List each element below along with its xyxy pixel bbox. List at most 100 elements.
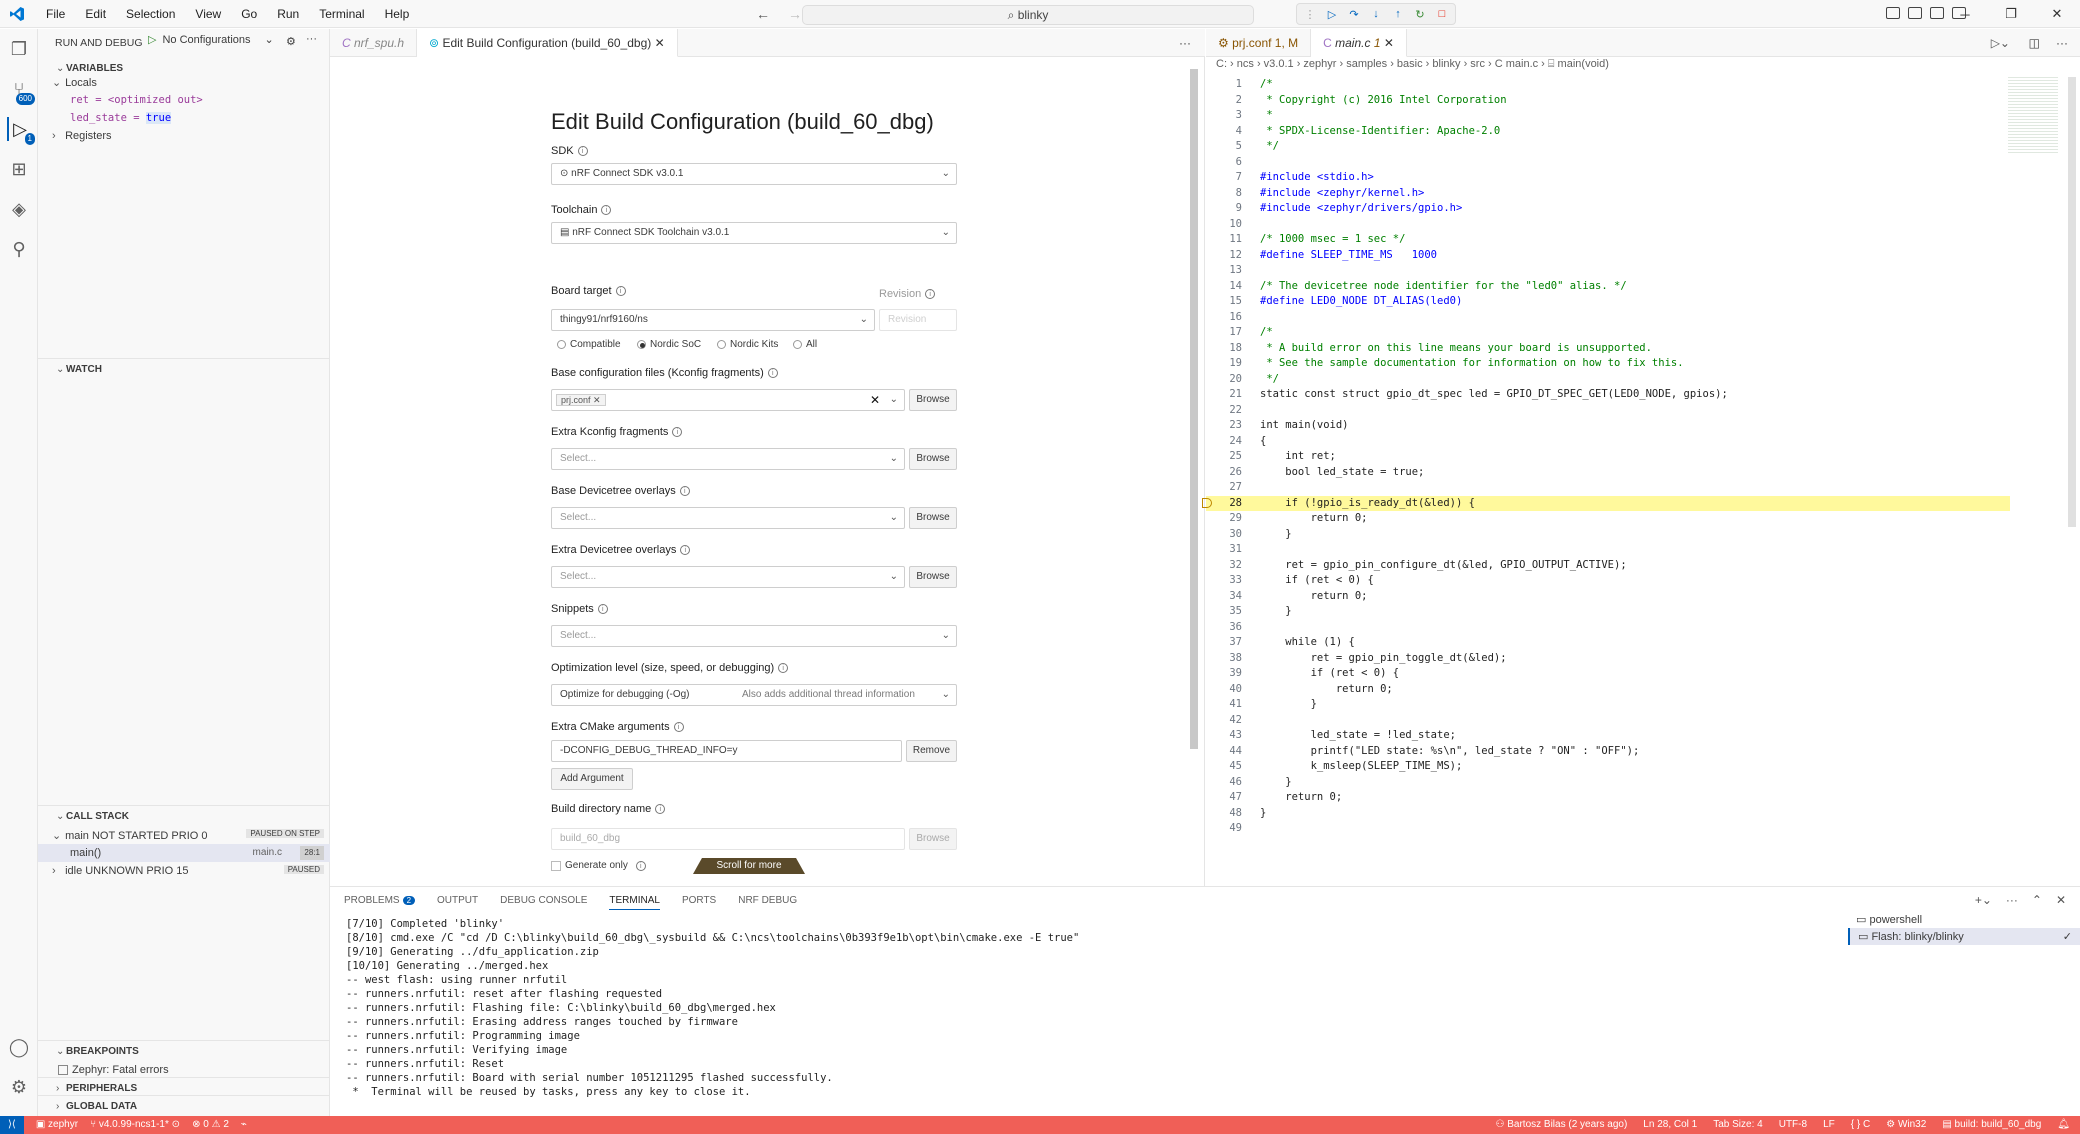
close-icon[interactable]: ✕ <box>655 36 665 50</box>
code-line[interactable]: 40 return 0; <box>1206 682 2006 698</box>
code-line[interactable]: 49 <box>1206 821 2006 837</box>
device-tree-icon[interactable]: ⚲ <box>7 237 31 261</box>
step-into-icon[interactable]: ↓ <box>1367 5 1385 23</box>
code-line[interactable]: 21 static const struct gpio_dt_spec led =… <box>1206 387 2006 403</box>
editor-scrollbar[interactable] <box>2068 77 2076 527</box>
breakpoints-section-header[interactable]: ⌄ BREAKPOINTS <box>38 1040 330 1062</box>
line-number[interactable]: 11 <box>1206 232 1242 248</box>
extra-kconfig-select[interactable]: Select... ⌄ <box>551 448 905 470</box>
restart-icon[interactable]: ↻ <box>1411 5 1429 23</box>
checkbox[interactable] <box>58 1065 68 1075</box>
code-line[interactable]: 19 * See the sample documentation for in… <box>1206 356 2006 372</box>
toggle-primary-sidebar-icon[interactable] <box>1908 7 1922 19</box>
line-number[interactable]: 49 <box>1206 821 1242 837</box>
line-number[interactable]: 15 <box>1206 294 1242 310</box>
code-line[interactable]: 25 int ret; <box>1206 449 2006 465</box>
line-number[interactable]: 38 <box>1206 651 1242 667</box>
tab-edit-build-config[interactable]: ⊚ Edit Build Configuration (build_60_dbg… <box>417 29 678 57</box>
continue-icon[interactable]: ▷ <box>1323 5 1341 23</box>
tab-problems[interactable]: PROBLEMS 2 <box>344 895 416 910</box>
code-line[interactable]: 46 } <box>1206 775 2006 791</box>
stack-frame-main[interactable]: main() main.c 28:1 <box>38 844 330 862</box>
line-number[interactable]: 26 <box>1206 465 1242 481</box>
encoding[interactable]: UTF-8 <box>1779 1116 1807 1134</box>
snippets-select[interactable]: Select... ⌄ <box>551 625 957 647</box>
code-line[interactable]: 43 led_state = !led_state; <box>1206 728 2006 744</box>
menu-run[interactable]: Run <box>267 0 309 28</box>
more-actions-icon[interactable]: ··· <box>2056 29 2068 57</box>
code-line[interactable]: 35 } <box>1206 604 2006 620</box>
code-line[interactable]: 48} <box>1206 806 2006 822</box>
close-panel-icon[interactable]: ✕ <box>2056 893 2066 907</box>
optimization-select[interactable]: Optimize for debugging (-Og) Also adds ad… <box>551 684 957 706</box>
settings-gear-icon[interactable]: ⚙ <box>7 1075 31 1099</box>
code-line[interactable]: 29 return 0; <box>1206 511 2006 527</box>
minimap[interactable] <box>2008 75 2058 155</box>
line-number[interactable]: 34 <box>1206 589 1242 605</box>
tab-nrf-spu[interactable]: C nrf_spu.h <box>330 29 418 57</box>
line-number[interactable]: 1 <box>1206 77 1242 93</box>
builddir-browse-button[interactable]: Browse <box>909 828 957 850</box>
code-line[interactable]: 31 <box>1206 542 2006 558</box>
line-number[interactable]: 14 <box>1206 279 1242 295</box>
line-number[interactable]: 22 <box>1206 403 1242 419</box>
new-terminal-icon[interactable]: +⌄ <box>1975 893 1992 907</box>
workspace-indicator[interactable]: ▣ zephyr <box>36 1116 78 1134</box>
menu-go[interactable]: Go <box>231 0 267 28</box>
watch-section-header[interactable]: ⌄ WATCH <box>38 358 330 380</box>
code-line[interactable]: 33 if (ret < 0) { <box>1206 573 2006 589</box>
tab-size[interactable]: Tab Size: 4 <box>1713 1116 1762 1134</box>
cursor-position[interactable]: Ln 28, Col 1 <box>1643 1116 1697 1134</box>
code-line[interactable]: 26 bool led_state = true; <box>1206 465 2006 481</box>
line-number[interactable]: 21 <box>1206 387 1242 403</box>
sdk-select[interactable]: ⊙ nRF Connect SDK v3.0.1 ⌄ <box>551 163 957 185</box>
code-line[interactable]: 32 ret = gpio_pin_configure_dt(&led, GPI… <box>1206 558 2006 574</box>
code-line[interactable]: 47 return 0; <box>1206 790 2006 806</box>
menu-selection[interactable]: Selection <box>116 0 185 28</box>
code-line[interactable]: 7 #include <stdio.h> <box>1206 170 2006 186</box>
line-number[interactable]: 24 <box>1206 434 1242 450</box>
breakpoint-fatal-errors[interactable]: Zephyr: Fatal errors <box>58 1064 169 1076</box>
menu-view[interactable]: View <box>185 0 231 28</box>
base-dt-browse-button[interactable]: Browse <box>909 507 957 529</box>
code-line[interactable]: 39 if (ret < 0) { <box>1206 666 2006 682</box>
clear-icon[interactable]: ✕ <box>870 390 880 410</box>
code-line[interactable]: 8 #include <zephyr/kernel.h> <box>1206 186 2006 202</box>
revision-input[interactable]: Revision <box>879 309 957 331</box>
code-line[interactable]: 5 */ <box>1206 139 2006 155</box>
build-config[interactable]: ▤ build: build_60_dbg <box>1942 1116 2041 1134</box>
callstack-section-header[interactable]: ⌄ CALL STACK <box>38 805 330 827</box>
code-line[interactable]: 13 <box>1206 263 2006 279</box>
ports-icon[interactable]: ⌁ <box>241 1116 247 1134</box>
code-line[interactable]: 38 ret = gpio_pin_toggle_dt(&led); <box>1206 651 2006 667</box>
base-dt-select[interactable]: Select... ⌄ <box>551 507 905 529</box>
scrollbar[interactable] <box>1190 69 1198 749</box>
line-number[interactable]: 31 <box>1206 542 1242 558</box>
code-line[interactable]: 15 #define LED0_NODE DT_ALIAS(led0) <box>1206 294 2006 310</box>
registers-scope[interactable]: › Registers <box>52 130 112 142</box>
line-number[interactable]: 46 <box>1206 775 1242 791</box>
remove-argument-button[interactable]: Remove <box>906 740 957 762</box>
tab-nrf-debug[interactable]: NRF DEBUG <box>738 895 797 910</box>
line-number[interactable]: 25 <box>1206 449 1242 465</box>
tab-ports[interactable]: PORTS <box>682 895 716 910</box>
line-number[interactable]: 19 <box>1206 356 1242 372</box>
code-line[interactable]: 23 int main(void) <box>1206 418 2006 434</box>
run-file-icon[interactable]: ▷⌄ <box>1991 29 2010 57</box>
line-number[interactable]: 29 <box>1206 511 1242 527</box>
line-number[interactable]: 5 <box>1206 139 1242 155</box>
board-select[interactable]: thingy91/nrf9160/ns ⌄ <box>551 309 875 331</box>
line-number[interactable]: 42 <box>1206 713 1242 729</box>
problems-indicator[interactable]: ⊗ 0 ⚠ 2 <box>192 1116 229 1134</box>
nrf-connect-icon[interactable]: ◈ <box>7 197 31 221</box>
maximize-panel-icon[interactable]: ⌃ <box>2032 893 2042 907</box>
code-line[interactable]: 30 } <box>1206 527 2006 543</box>
line-number[interactable]: 12 <box>1206 248 1242 264</box>
command-center-search[interactable]: ⌕ blinky <box>802 5 1254 25</box>
menu-file[interactable]: File <box>36 0 75 28</box>
code-line[interactable]: 16 <box>1206 310 2006 326</box>
code-line[interactable]: 34 return 0; <box>1206 589 2006 605</box>
code-line[interactable]: 12 #define SLEEP_TIME_MS 1000 <box>1206 248 2006 264</box>
code-line[interactable]: 6 <box>1206 155 2006 171</box>
forward-arrow-icon[interactable]: → <box>788 6 802 22</box>
